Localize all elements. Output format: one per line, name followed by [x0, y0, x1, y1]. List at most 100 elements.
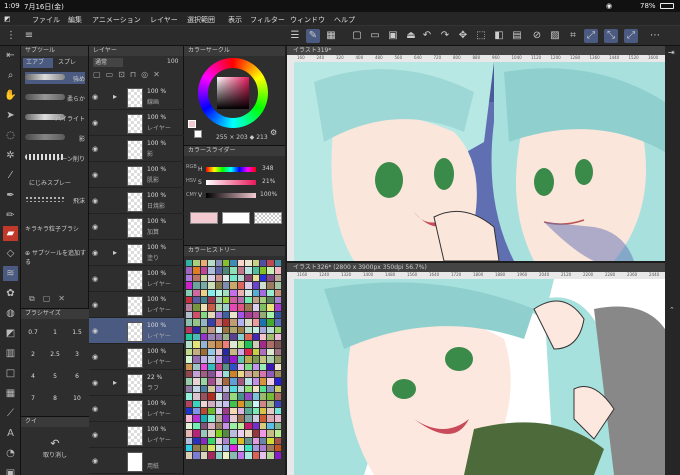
- history-swatch[interactable]: [230, 341, 237, 348]
- history-swatch[interactable]: [230, 445, 237, 452]
- eye-icon[interactable]: ◉: [92, 119, 100, 127]
- history-swatch[interactable]: [274, 341, 282, 348]
- folder-icon[interactable]: ▸: [113, 248, 117, 257]
- history-swatch[interactable]: [200, 348, 208, 356]
- history-swatch[interactable]: [186, 348, 193, 356]
- brush-item-soft[interactable]: 柔らか: [25, 92, 85, 104]
- history-swatch[interactable]: [252, 304, 259, 311]
- history-swatch[interactable]: [193, 378, 200, 385]
- fill-tool-icon[interactable]: ◩: [3, 326, 18, 341]
- sub-color-box[interactable]: [222, 212, 250, 224]
- canvas-2-tab[interactable]: イラスト326* (2800 x 3900px 350dpi 56.7%): [287, 263, 665, 272]
- history-swatch[interactable]: [193, 393, 200, 400]
- eyedropper-icon[interactable]: ⁄: [3, 168, 18, 183]
- canvas-1-tab[interactable]: イラスト319*: [287, 46, 665, 55]
- history-swatch[interactable]: [260, 378, 267, 385]
- menu-window[interactable]: ウィンドウ: [290, 15, 325, 25]
- pen-tool-icon[interactable]: ✒: [3, 188, 18, 203]
- history-swatch[interactable]: [237, 282, 245, 289]
- history-swatch[interactable]: [237, 304, 245, 311]
- size-7[interactable]: 7: [25, 395, 41, 409]
- history-swatch[interactable]: [208, 282, 215, 289]
- slider-s-value[interactable]: 21%: [262, 178, 275, 185]
- transform-icon[interactable]: ✥: [456, 29, 470, 43]
- illustration-1[interactable]: [294, 62, 665, 261]
- history-swatch[interactable]: [186, 260, 193, 267]
- history-swatch[interactable]: [274, 422, 282, 430]
- history-swatch[interactable]: [267, 437, 274, 444]
- history-swatch[interactable]: [215, 400, 222, 407]
- history-swatch[interactable]: [245, 326, 252, 333]
- history-swatch[interactable]: [274, 274, 282, 282]
- history-swatch[interactable]: [267, 304, 274, 311]
- text-tool-icon[interactable]: A: [3, 426, 18, 441]
- history-swatch[interactable]: [252, 371, 259, 378]
- delete-layer-icon[interactable]: ✕: [153, 70, 165, 79]
- delete-subtool-icon[interactable]: ✕: [58, 294, 73, 303]
- history-swatch[interactable]: [208, 297, 215, 304]
- size-2[interactable]: 2: [25, 351, 41, 365]
- history-swatch[interactable]: [230, 385, 237, 393]
- history-swatch[interactable]: [200, 400, 208, 407]
- history-swatch[interactable]: [274, 260, 282, 267]
- tab-spray[interactable]: スプレ: [55, 58, 85, 68]
- history-swatch[interactable]: [237, 452, 245, 459]
- history-swatch[interactable]: [260, 319, 267, 326]
- history-swatch[interactable]: [186, 363, 193, 370]
- eye-icon[interactable]: ◉: [92, 301, 100, 309]
- history-swatch[interactable]: [223, 378, 230, 385]
- history-swatch[interactable]: [237, 371, 245, 378]
- panel-collapse-icon[interactable]: ⇥: [668, 48, 675, 57]
- history-swatch[interactable]: [260, 393, 267, 400]
- history-swatch[interactable]: [237, 274, 245, 282]
- history-swatch[interactable]: [267, 445, 274, 452]
- history-swatch[interactable]: [252, 311, 259, 319]
- history-swatch[interactable]: [237, 334, 245, 341]
- history-swatch[interactable]: [245, 378, 252, 385]
- history-swatch[interactable]: [274, 385, 282, 393]
- history-swatch[interactable]: [230, 408, 237, 415]
- history-swatch[interactable]: [230, 319, 237, 326]
- history-swatch[interactable]: [200, 371, 208, 378]
- stabilize-2-icon[interactable]: ⤡: [604, 29, 618, 43]
- layer-row[interactable]: ◉ 100 % 影: [89, 136, 184, 162]
- layer-row[interactable]: ◉ 100 % レイヤー: [89, 344, 184, 370]
- history-swatch[interactable]: [223, 348, 230, 356]
- history-swatch[interactable]: [260, 311, 267, 319]
- history-swatch[interactable]: [274, 363, 282, 370]
- history-swatch[interactable]: [274, 289, 282, 296]
- history-swatch[interactable]: [215, 289, 222, 296]
- history-swatch[interactable]: [237, 319, 245, 326]
- history-swatch[interactable]: [215, 371, 222, 378]
- history-swatch[interactable]: [186, 267, 193, 274]
- brush-tool-icon[interactable]: ▰: [3, 226, 18, 241]
- history-swatch[interactable]: [200, 445, 208, 452]
- history-swatch[interactable]: [237, 297, 245, 304]
- history-swatch[interactable]: [252, 363, 259, 370]
- history-swatch[interactable]: [245, 348, 252, 356]
- history-swatch[interactable]: [186, 297, 193, 304]
- history-swatch[interactable]: [186, 334, 193, 341]
- select-all-icon[interactable]: ⬚: [474, 29, 488, 43]
- history-swatch[interactable]: [215, 304, 222, 311]
- history-swatch[interactable]: [245, 341, 252, 348]
- size-0-7[interactable]: 0.7: [25, 329, 41, 343]
- history-swatch[interactable]: [237, 326, 245, 333]
- history-swatch[interactable]: [200, 341, 208, 348]
- history-swatch[interactable]: [230, 334, 237, 341]
- history-swatch[interactable]: [237, 260, 245, 267]
- history-swatch[interactable]: [237, 363, 245, 370]
- history-swatch[interactable]: [200, 393, 208, 400]
- undo-button[interactable]: ↶ 取り消し: [41, 437, 69, 467]
- history-swatch[interactable]: [267, 415, 274, 422]
- folder-icon[interactable]: ▸: [113, 378, 117, 387]
- menu-view[interactable]: 表示: [228, 15, 242, 25]
- history-swatch[interactable]: [260, 415, 267, 422]
- history-swatch[interactable]: [200, 437, 208, 444]
- history-swatch[interactable]: [200, 311, 208, 319]
- history-swatch[interactable]: [245, 415, 252, 422]
- new-folder-icon[interactable]: ▭: [106, 70, 119, 79]
- history-swatch[interactable]: [274, 393, 282, 400]
- history-swatch[interactable]: [252, 319, 259, 326]
- history-swatch[interactable]: [274, 452, 282, 459]
